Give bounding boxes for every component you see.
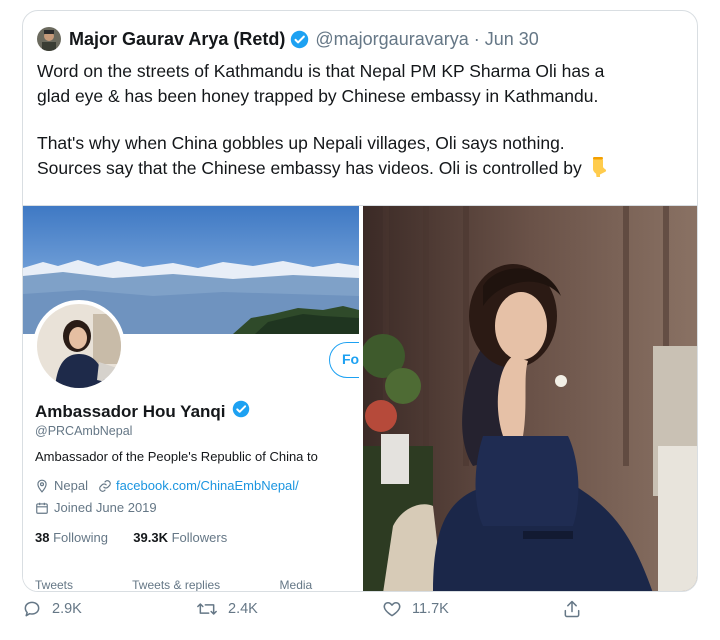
followers-count[interactable]: 39.3K [133,530,168,545]
profile-name-text: Ambassador Hou Yanqi [35,401,226,421]
point-down-emoji [588,156,608,185]
profile-name: Ambassador Hou Yanqi [35,400,250,423]
author-avatar[interactable] [37,27,61,51]
following-count[interactable]: 38 [35,530,49,545]
profile-link[interactable]: facebook.com/ChinaEmbNepal/ [116,478,299,493]
reply-button[interactable]: 2.9K [22,596,82,622]
like-button[interactable]: 11.7K [382,596,449,622]
retweet-count: 2.4K [228,601,258,617]
calendar-icon [36,502,48,514]
link-icon [99,479,111,492]
profile-avatar[interactable] [33,300,125,392]
tweet-line: glad eye & has been honey trapped by Chi… [37,86,599,106]
reply-count: 2.9K [52,601,82,617]
tweet-header: Major Gaurav Arya (Retd) @majorgauravary… [37,25,539,53]
profile-joined-text: Joined June 2019 [54,500,157,515]
tweet-actions: 2.9K 2.4K 11.7K [22,596,698,626]
tweet-line-text: Sources say that the Chinese embassy has… [37,158,582,178]
author-name[interactable]: Major Gaurav Arya (Retd) [69,29,285,50]
profile-stats: 38 Following 39.3K Followers [35,530,227,545]
share-button[interactable] [562,596,592,622]
author-handle[interactable]: @majorgauravarya [315,29,468,50]
reply-icon [24,601,40,617]
following-label[interactable]: Following [53,530,108,545]
tweet-text: Word on the streets of Kathmandu is that… [37,59,687,185]
profile-joined: Joined June 2019 [35,500,157,515]
verified-badge-icon [290,30,309,49]
tweet-media[interactable]: Fo Ambassador Hou Yanqi @PRCAmbNepal Amb… [23,205,697,591]
verified-badge-icon [232,400,250,423]
separator-dot: · [473,28,480,49]
retweet-button[interactable]: 2.4K [196,596,258,622]
location-icon [37,479,47,493]
tab-media[interactable]: Media [280,578,313,591]
profile-meta: Nepal facebook.com/ChinaEmbNepal/ [35,478,299,493]
portrait-photo[interactable] [363,206,697,591]
tweet-line: Word on the streets of Kathmandu is that… [37,61,605,81]
tab-tweets[interactable]: Tweets [35,578,73,591]
followers-label[interactable]: Followers [172,530,228,545]
follow-button[interactable]: Fo [329,342,359,378]
profile-tabs: Tweets Tweets & replies Media [35,578,359,591]
retweet-icon [197,603,217,615]
tweet-line: That's why when China gobbles up Nepali … [37,133,565,153]
profile-bio: Ambassador of the People's Republic of C… [35,449,318,464]
like-count: 11.7K [412,601,449,617]
tweet-line: Sources say that the Chinese embassy has… [37,156,687,185]
profile-location: Nepal [54,478,88,493]
tab-tweets-replies[interactable]: Tweets & replies [132,578,220,591]
profile-handle: @PRCAmbNepal [35,424,133,438]
share-icon [564,600,580,618]
like-icon [383,602,401,617]
tweet-date[interactable]: Jun 30 [485,29,539,50]
tweet-card[interactable]: Major Gaurav Arya (Retd) @majorgauravary… [22,10,698,592]
profile-screenshot-image[interactable]: Fo Ambassador Hou Yanqi @PRCAmbNepal Amb… [23,206,359,591]
